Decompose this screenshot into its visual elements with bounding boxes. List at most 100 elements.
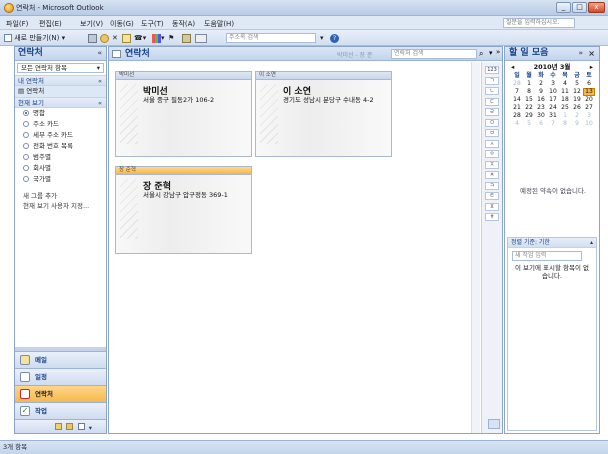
calendar-day[interactable]: 21: [511, 104, 523, 112]
calendar-day[interactable]: 1: [559, 112, 571, 120]
section-collapse-icon[interactable]: «: [98, 98, 102, 108]
phone-icon[interactable]: ☎▾: [134, 33, 146, 43]
collapse-icon[interactable]: «: [97, 47, 102, 60]
task-sort-header[interactable]: 정렬 기준: 기한 ▴: [508, 238, 596, 248]
new-task-input[interactable]: 새 작업 입력: [512, 251, 582, 261]
alpha-index-button[interactable]: ㅁ: [485, 118, 499, 127]
calendar-day[interactable]: 24: [547, 104, 559, 112]
alpha-index-button[interactable]: ㅌ: [485, 192, 499, 200]
categorize-icon[interactable]: ▾: [152, 33, 165, 43]
calendar-day[interactable]: 9: [571, 120, 583, 128]
alpha-index-button[interactable]: ㅎ: [485, 213, 499, 221]
calendar-day[interactable]: 4: [511, 120, 523, 128]
alpha-index-button[interactable]: ㅂ: [485, 129, 499, 137]
menu-help[interactable]: 도움말(H): [204, 19, 234, 29]
add-group-link[interactable]: 새 그룹 추가: [15, 191, 106, 201]
alpha-index-button[interactable]: 123: [485, 66, 499, 74]
contacts-button[interactable]: 연락처: [15, 385, 106, 402]
calendar-day[interactable]: 23: [535, 104, 547, 112]
calendar-day[interactable]: 7: [511, 88, 523, 96]
radio-button[interactable]: [23, 132, 29, 138]
chevron-down-icon[interactable]: ▾: [489, 49, 493, 57]
search-icon[interactable]: ⌕: [479, 49, 483, 59]
my-contacts-header[interactable]: 내 연락처 «: [15, 75, 106, 86]
contact-card[interactable]: 박미선 박미선 서울 중구 필동2가 106-2: [115, 71, 252, 157]
calendar-day[interactable]: 17: [547, 96, 559, 104]
calendar-day[interactable]: 5: [523, 120, 535, 128]
calendar-day[interactable]: 5: [571, 80, 583, 88]
alpha-index-button[interactable]: ㄹ: [485, 108, 499, 116]
calendar-day[interactable]: 6: [535, 120, 547, 128]
menu-go[interactable]: 이동(G): [110, 19, 134, 29]
radio-button[interactable]: [23, 143, 29, 149]
alpha-index-button[interactable]: ㄱ: [485, 76, 499, 85]
current-view-header[interactable]: 현재 보기 «: [15, 97, 106, 108]
alpha-index-button[interactable]: ㅍ: [485, 202, 499, 211]
calendar-day[interactable]: 14: [511, 96, 523, 104]
next-month-icon[interactable]: ▸: [590, 63, 593, 72]
print-icon[interactable]: [88, 33, 97, 43]
calendar-day[interactable]: 10: [547, 88, 559, 96]
calendar-day[interactable]: 3: [583, 112, 595, 120]
view-option[interactable]: 세부 주소 카드: [15, 130, 106, 141]
calendar-button[interactable]: 일정: [15, 368, 106, 385]
calendar-day[interactable]: 27: [583, 104, 595, 112]
tasks-button[interactable]: ✓ 작업: [15, 402, 106, 419]
menu-actions[interactable]: 동작(A): [172, 19, 195, 29]
view-option[interactable]: 명함: [15, 108, 106, 119]
expand-icon[interactable]: »: [578, 47, 583, 60]
calendar-day[interactable]: 4: [559, 80, 571, 88]
calendar-day[interactable]: 8: [523, 88, 535, 96]
contact-card[interactable]: 이 소연 이 소연 경기도 성남시 분당구 수내동 4-2: [255, 71, 392, 157]
section-collapse-icon[interactable]: «: [98, 76, 102, 86]
email-icon[interactable]: [122, 33, 131, 43]
calendar-day-today[interactable]: 13: [583, 88, 595, 96]
calendar-day[interactable]: 11: [559, 88, 571, 96]
address-book-icon[interactable]: [182, 33, 191, 43]
menu-edit[interactable]: 편집(E): [39, 19, 62, 29]
calendar-day[interactable]: 9: [535, 88, 547, 96]
prev-month-icon[interactable]: ◂: [511, 63, 514, 72]
alpha-index-button[interactable]: ㅅ: [485, 139, 499, 148]
shortcuts-icon[interactable]: [77, 423, 85, 430]
radio-button[interactable]: [23, 176, 29, 182]
calendar-day[interactable]: 16: [535, 96, 547, 104]
calendar-day[interactable]: 18: [559, 96, 571, 104]
dropdown-icon[interactable]: ▾: [320, 33, 324, 43]
calendar-day[interactable]: 26: [571, 104, 583, 112]
radio-button[interactable]: [23, 165, 29, 171]
view-option[interactable]: 회사별: [15, 163, 106, 174]
notes-icon[interactable]: [55, 423, 62, 430]
configure-buttons-icon[interactable]: ▾: [89, 424, 92, 432]
close-icon[interactable]: ×: [588, 47, 595, 60]
calendar-day[interactable]: 10: [583, 120, 595, 128]
radio-button[interactable]: [23, 154, 29, 160]
calendar-day[interactable]: 2: [571, 112, 583, 120]
calendar-day[interactable]: 15: [523, 96, 535, 104]
view-option[interactable]: 국가별: [15, 174, 106, 185]
move-icon[interactable]: [100, 33, 109, 43]
view-option[interactable]: 전화 번호 목록: [15, 141, 106, 152]
calendar-day[interactable]: 28: [511, 112, 523, 120]
calendar-day[interactable]: 29: [523, 112, 535, 120]
calendar-day[interactable]: 3: [547, 80, 559, 88]
contacts-folder[interactable]: ▤ 연락처: [15, 86, 106, 97]
calendar-day[interactable]: 1: [523, 80, 535, 88]
calendar-day[interactable]: 6: [583, 80, 595, 88]
menu-tools[interactable]: 도구(T): [141, 19, 164, 29]
mail-button[interactable]: 메일: [15, 351, 106, 368]
calendar-day[interactable]: 7: [547, 120, 559, 128]
address-book-label-icon[interactable]: [195, 33, 207, 43]
radio-button[interactable]: [23, 121, 29, 127]
alpha-index-button[interactable]: ㅋ: [485, 181, 499, 190]
delete-icon[interactable]: ✕: [112, 33, 118, 43]
minimize-button[interactable]: _: [556, 2, 571, 13]
calendar-day[interactable]: 19: [571, 96, 583, 104]
calendar-day[interactable]: 25: [559, 104, 571, 112]
address-book-search[interactable]: 주소록 검색: [226, 33, 316, 43]
new-button[interactable]: 새로 만들기(N) ▾: [4, 33, 65, 43]
menu-file[interactable]: 파일(F): [6, 19, 28, 29]
radio-button[interactable]: [23, 110, 29, 116]
calendar-day[interactable]: 31: [547, 112, 559, 120]
calendar-day[interactable]: 8: [559, 120, 571, 128]
